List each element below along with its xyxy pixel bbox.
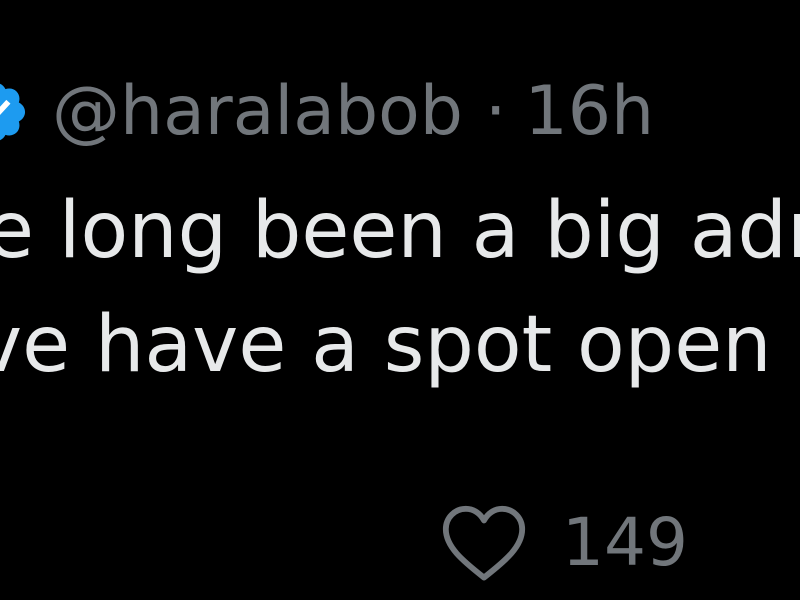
header-separator: · bbox=[484, 72, 507, 151]
verified-badge-icon bbox=[0, 83, 26, 141]
tweet-text-line-2: ve have a spot open a bbox=[0, 300, 800, 390]
like-count: 149 bbox=[562, 504, 688, 581]
post-timestamp[interactable]: 16h bbox=[525, 78, 655, 146]
user-handle[interactable]: @haralabob bbox=[52, 78, 463, 146]
like-button[interactable]: 149 bbox=[440, 503, 688, 583]
tweet-card: @haralabob · 16h e long been a big adr v… bbox=[0, 0, 800, 600]
tweet-text-line-1: e long been a big adr bbox=[0, 186, 800, 276]
tweet-header: @haralabob · 16h bbox=[52, 62, 654, 162]
tweet-actions: 149 bbox=[440, 500, 688, 586]
heart-icon[interactable] bbox=[440, 503, 528, 583]
